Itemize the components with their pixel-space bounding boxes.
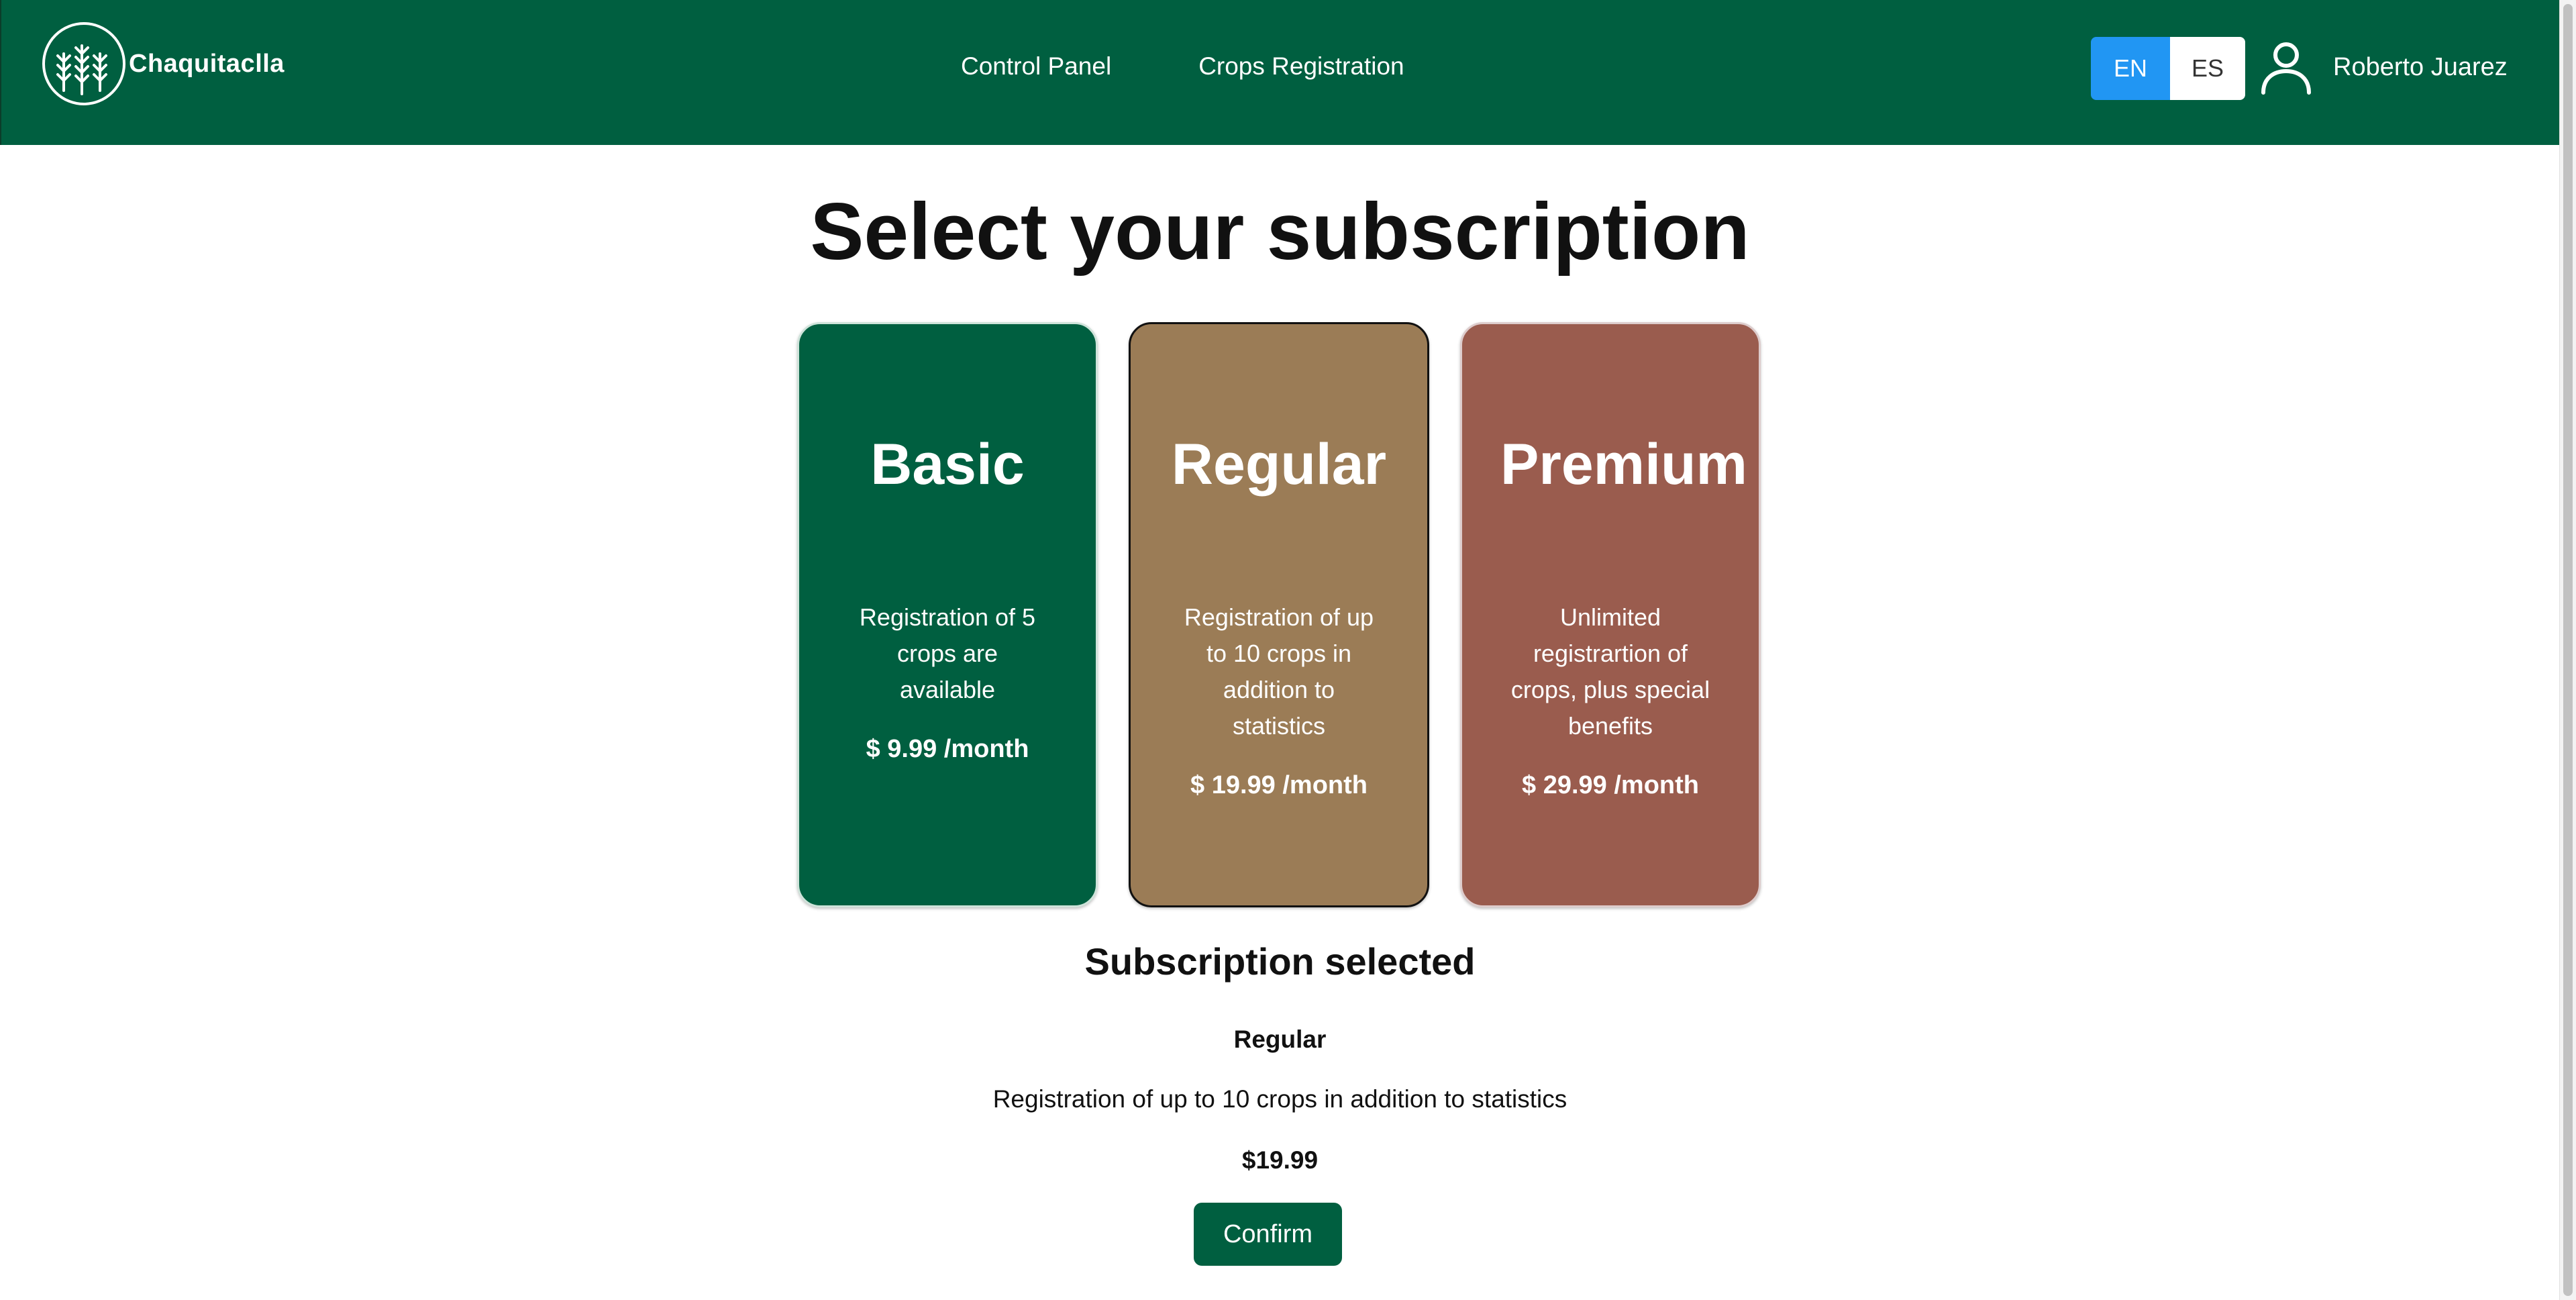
user-icon (2261, 42, 2311, 95)
selected-plan-name: Regular (1233, 1026, 1327, 1053)
confirm-button[interactable]: Confirm (1194, 1203, 1342, 1266)
subscription-plans: Basic Registration of 5 crops are availa… (797, 322, 1761, 907)
brand-name: Chaquitaclla (129, 49, 285, 78)
selected-subscription-heading: Subscription selected (1084, 940, 1476, 983)
selected-plan-price: $19.99 (1241, 1146, 1319, 1174)
plan-price: $ 19.99 /month (1190, 771, 1368, 799)
plan-card-regular[interactable]: Regular Registration of up to 10 crops i… (1129, 322, 1429, 907)
plan-price: $ 29.99 /month (1522, 771, 1699, 799)
plan-name: Premium (1500, 432, 1748, 497)
language-es-button[interactable]: ES (2170, 37, 2245, 100)
page: Chaquitaclla Control Panel Crops Registr… (0, 0, 2576, 1300)
language-en-button[interactable]: EN (2091, 37, 2170, 100)
plan-name: Basic (870, 432, 1025, 497)
plan-card-premium[interactable]: Premium Unlimited registrartion of crops… (1460, 322, 1761, 907)
nav-control-panel[interactable]: Control Panel (961, 52, 1111, 81)
plan-price: $ 9.99 /month (866, 735, 1029, 763)
plan-name: Regular (1171, 432, 1387, 497)
plan-description: Unlimited registrartion of crops, plus s… (1510, 603, 1710, 740)
user-name: Roberto Juarez (2333, 52, 2508, 81)
selected-plan-description: Registration of up to 10 crops in additi… (992, 1085, 1567, 1113)
user-menu[interactable]: Roberto Juarez (2259, 39, 2508, 95)
nav-crops-registration[interactable]: Crops Registration (1198, 52, 1404, 81)
brand-logo[interactable]: Chaquitaclla (40, 20, 285, 107)
plan-description: Registration of up to 10 crops in additi… (1184, 603, 1374, 740)
language-switcher: EN ES (2091, 37, 2245, 100)
top-navbar: Chaquitaclla Control Panel Crops Registr… (0, 0, 2560, 145)
main-nav: Control Panel Crops Registration (961, 52, 1404, 81)
plan-description: Registration of 5 crops are available (859, 603, 1036, 703)
page-title: Select your subscription (810, 187, 1750, 277)
vertical-scrollbar[interactable] (2559, 0, 2576, 1300)
scrollbar-thumb[interactable] (2563, 4, 2573, 1296)
plan-card-basic[interactable]: Basic Registration of 5 crops are availa… (797, 322, 1098, 907)
wheat-logo-icon (42, 22, 125, 105)
